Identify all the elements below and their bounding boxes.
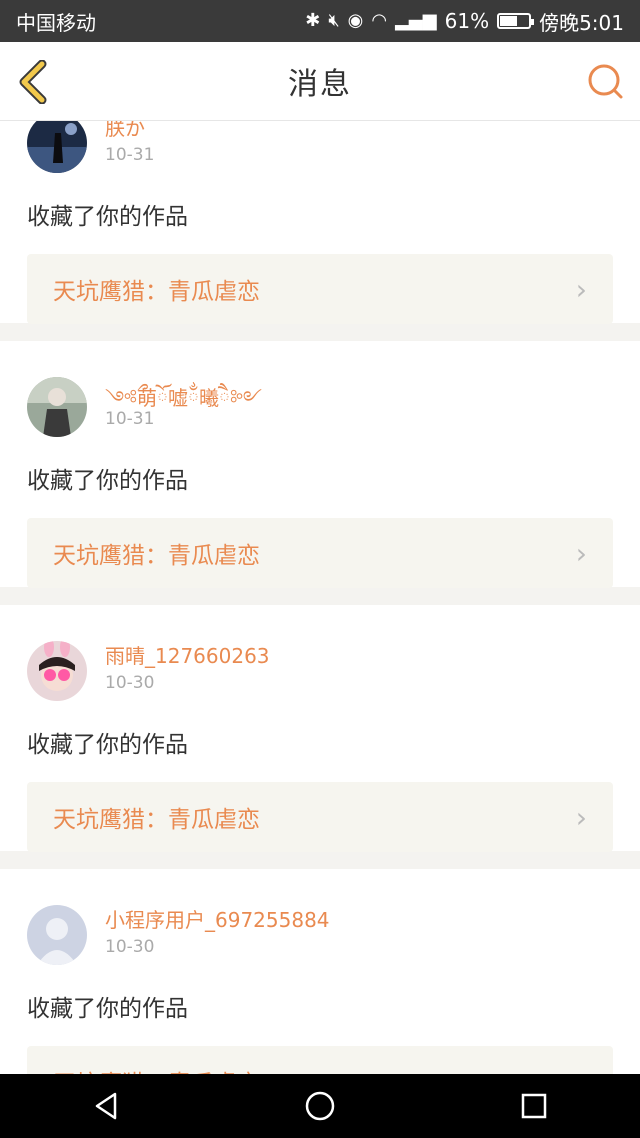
chevron-right-icon: › — [575, 272, 587, 306]
wifi-icon: ◠ — [371, 10, 388, 31]
action-text: 收藏了你的作品 — [27, 204, 188, 230]
clock: 傍晚5:01 — [539, 10, 624, 35]
action-text: 收藏了你的作品 — [27, 996, 188, 1022]
recents-square-icon[interactable] — [519, 1091, 549, 1121]
bluetooth-icon: ✱ — [305, 10, 321, 31]
username[interactable]: 小程序用户_697255884 — [105, 904, 330, 933]
message-date: 10-31 — [105, 145, 155, 165]
search-icon[interactable] — [586, 62, 624, 100]
work-link[interactable]: 天坑鹰猎：青瓜虐恋 › — [27, 254, 613, 324]
home-circle-icon[interactable] — [304, 1090, 336, 1122]
carrier-label: 中国移动 — [16, 10, 96, 35]
back-triangle-icon[interactable] — [91, 1090, 121, 1122]
work-title: 天坑鹰猎：青瓜虐恋 — [53, 279, 260, 305]
chevron-right-icon: › — [576, 1065, 587, 1075]
work-title: 天坑鹰猎：青瓜虐恋 — [53, 543, 260, 569]
back-arrow-icon[interactable] — [16, 60, 50, 104]
message-date: 10-31 — [105, 409, 155, 429]
system-nav-bar — [0, 1074, 640, 1138]
signal-icon: ▂▄▆ — [395, 10, 437, 31]
status-bar: 中国移动 ✱ 🔇︎ ◉ ◠ ▂▄▆ 61% 傍晚5:01 — [0, 0, 640, 42]
work-link[interactable]: 天坑鹰猎：青瓜虐恋 › — [27, 782, 613, 852]
work-link[interactable]: 天坑鹰猎：青瓜虐恋 › — [27, 518, 613, 588]
message-list[interactable]: 朕か 10-31 收藏了你的作品 天坑鹰猎：青瓜虐恋 › ༺ྀ萌ོ嘘ྂ曦ཻ༻ 1… — [0, 121, 640, 1074]
message-card: 雨晴_127660263 10-30 收藏了你的作品 天坑鹰猎：青瓜虐恋 › — [0, 605, 640, 852]
username[interactable]: 朕か — [105, 121, 145, 141]
work-title: 天坑鹰猎：青瓜虐恋 — [53, 807, 260, 833]
username[interactable]: 雨晴_127660263 — [105, 640, 270, 669]
mute-icon: 🔇︎ — [328, 10, 340, 31]
chevron-right-icon: › — [575, 800, 587, 834]
battery-percent: 61% — [444, 9, 490, 33]
status-icons: ✱ 🔇︎ ◉ ◠ ▂▄▆ 61% 傍晚5:01 — [305, 7, 624, 36]
page-title: 消息 — [288, 67, 352, 102]
battery-icon — [497, 13, 535, 29]
message-card: 小程序用户_697255884 10-30 收藏了你的作品 天坑鹰猎：青瓜虐恋 … — [0, 869, 640, 1074]
eye-icon: ◉ — [347, 10, 364, 31]
action-text: 收藏了你的作品 — [27, 468, 188, 494]
message-list-inner: 朕か 10-31 收藏了你的作品 天坑鹰猎：青瓜虐恋 › ༺ྀ萌ོ嘘ྂ曦ཻ༻ 1… — [0, 121, 640, 1074]
message-date: 10-30 — [105, 673, 155, 693]
work-link[interactable]: 天坑鹰猎：青瓜虐恋 › — [27, 1046, 613, 1074]
avatar-bunny-girl[interactable] — [27, 641, 87, 701]
chevron-right-icon: › — [575, 536, 587, 570]
avatar-night-photo[interactable] — [27, 121, 87, 173]
top-bar: 消息 — [0, 42, 640, 121]
action-text: 收藏了你的作品 — [27, 732, 188, 758]
message-card: ༺ྀ萌ོ嘘ྂ曦ཻ༻ 10-31 收藏了你的作品 天坑鹰猎：青瓜虐恋 › — [0, 341, 640, 588]
avatar-girl-photo[interactable] — [27, 377, 87, 437]
work-title: 天坑鹰猎：青瓜虐恋 — [53, 1064, 260, 1074]
message-date: 10-30 — [105, 937, 155, 957]
message-card: 朕か 10-31 收藏了你的作品 天坑鹰猎：青瓜虐恋 › — [0, 121, 640, 324]
avatar-default-user[interactable] — [27, 905, 87, 965]
